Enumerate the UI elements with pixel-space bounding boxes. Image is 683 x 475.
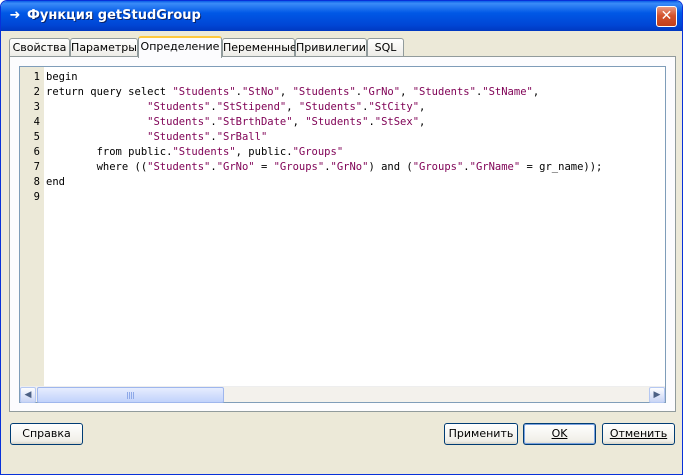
tab-sql[interactable]: SQL bbox=[367, 38, 404, 57]
tab-properties[interactable]: Свойства bbox=[9, 38, 70, 57]
line-number: 1 bbox=[33, 71, 40, 83]
code-text: where (("Students"."GrNo" = "Groups"."Gr… bbox=[46, 161, 603, 173]
code-text: "Students"."StStipend", "Students"."StCi… bbox=[147, 101, 426, 113]
line-number: 6 bbox=[33, 146, 40, 158]
function-arrow-icon: ➜ bbox=[9, 8, 21, 23]
tab-privileges[interactable]: Привилегии bbox=[295, 38, 367, 57]
scroll-right-icon[interactable]: ▶ bbox=[649, 387, 665, 403]
help-button[interactable]: Справка bbox=[10, 423, 83, 445]
definition-panel: 1 begin 2 return query select "Students"."S… bbox=[9, 56, 676, 412]
window-title: Функция getStudGroup bbox=[27, 8, 201, 23]
line-number: 8 bbox=[33, 176, 40, 188]
code-text: "Students"."SrBall" bbox=[147, 131, 268, 143]
apply-button[interactable]: Применить bbox=[444, 423, 518, 445]
ok-button[interactable]: OK bbox=[523, 423, 596, 445]
scrollbar-thumb[interactable] bbox=[37, 387, 224, 403]
tab-variables[interactable]: Переменные bbox=[222, 38, 297, 57]
cancel-button[interactable]: Отменить bbox=[602, 423, 675, 445]
code-editor[interactable]: 1 begin 2 return query select "Students"."S… bbox=[19, 66, 666, 403]
grip-icon bbox=[127, 392, 135, 399]
cancel-label: Отменить bbox=[609, 427, 668, 440]
tab-parameters[interactable]: Параметры bbox=[70, 38, 138, 57]
code-text: end bbox=[46, 176, 65, 188]
ok-label: OK bbox=[551, 427, 568, 440]
line-number: 4 bbox=[33, 116, 40, 128]
horizontal-scrollbar[interactable]: ◀ ▶ bbox=[20, 386, 665, 403]
scroll-left-icon[interactable]: ◀ bbox=[20, 387, 36, 403]
tab-strip: Свойства Параметры Определение Переменны… bbox=[9, 36, 676, 58]
close-button[interactable]: ✕ bbox=[656, 6, 677, 27]
code-text: begin bbox=[46, 71, 78, 83]
dialog-window: ➜ Функция getStudGroup ✕ Свойства Параме… bbox=[0, 0, 683, 475]
code-text: "Students"."StBrthDate", "Students"."StS… bbox=[147, 116, 426, 128]
code-text: from public."Students", public."Groups" bbox=[46, 146, 344, 158]
code-text: return query select "Students"."StNo", "… bbox=[46, 86, 540, 98]
line-number: 9 bbox=[33, 191, 40, 203]
line-number: 3 bbox=[33, 101, 40, 113]
line-number: 2 bbox=[33, 86, 40, 98]
title-bar[interactable]: ➜ Функция getStudGroup ✕ bbox=[1, 1, 682, 31]
code-area[interactable]: 1 begin 2 return query select "Students"."S… bbox=[20, 67, 665, 386]
line-number: 7 bbox=[33, 161, 40, 173]
tab-definition[interactable]: Определение bbox=[138, 36, 222, 58]
line-number: 5 bbox=[33, 131, 40, 143]
